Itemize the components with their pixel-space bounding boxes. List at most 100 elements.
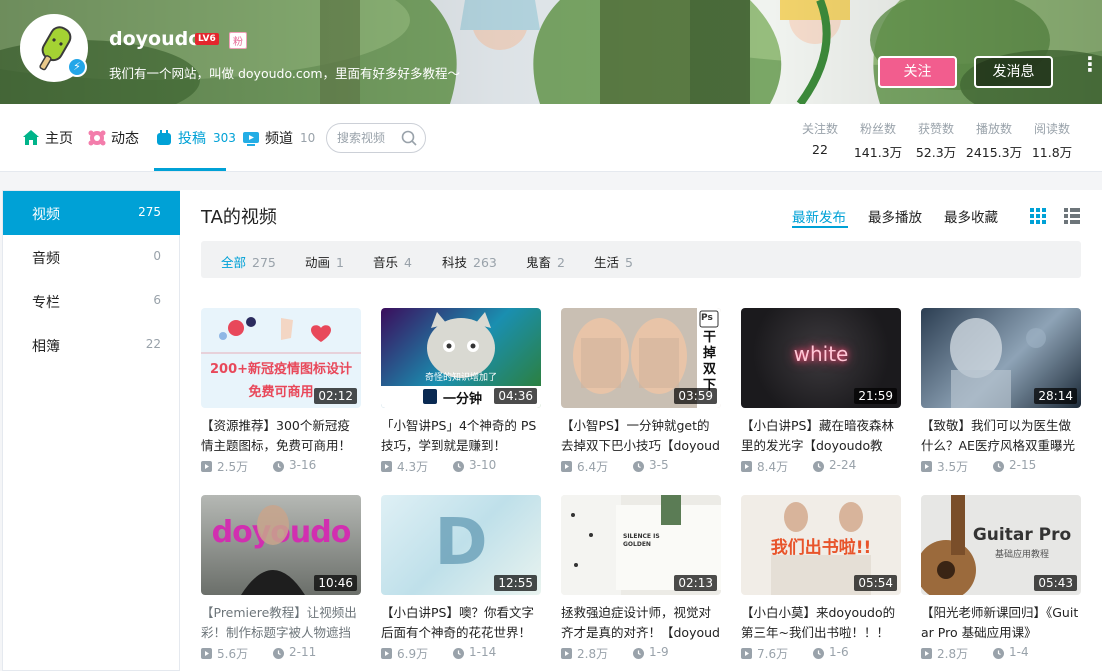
video-duration: 03:59	[674, 388, 717, 404]
search-icon[interactable]	[401, 130, 417, 146]
video-title[interactable]: 【资源推荐】300个新冠疫情主题图标，免费可商用！	[201, 416, 361, 456]
video-thumbnail[interactable]: 我们出书啦!! 05:54	[741, 495, 901, 595]
more-options-icon[interactable]: ⋮	[1080, 54, 1100, 84]
filter-count: 2	[557, 255, 565, 270]
video-duration: 02:12	[314, 388, 357, 404]
play-count: 2.5万	[217, 460, 249, 474]
tab-contribute[interactable]: 投稿 303	[155, 128, 236, 148]
video-title[interactable]: 【致敬】我们可以为医生做什么？AE医疗风格双重曝光创意	[921, 416, 1081, 456]
user-avatar[interactable]: ⚡	[20, 14, 88, 82]
grid-view-icon[interactable]	[1030, 208, 1046, 224]
video-thumbnail[interactable]: D 12:55	[381, 495, 541, 595]
level-badge: LV6	[195, 33, 219, 45]
sidebar-item-album[interactable]: 相簿 22	[3, 323, 181, 367]
filter-all[interactable]: 全部 275	[221, 252, 276, 271]
home-icon	[23, 130, 39, 145]
filter-count: 263	[473, 255, 497, 270]
clock-icon	[993, 461, 1004, 472]
video-card[interactable]: D 12:55 【小白讲PS】噢？你看文字后面有个神奇的花花世界！ 6.9万 1…	[381, 495, 541, 663]
tab-channel[interactable]: 频道 10	[242, 128, 315, 148]
filter-music[interactable]: 音乐 4	[373, 252, 412, 271]
filter-life[interactable]: 生活 5	[594, 252, 633, 271]
video-thumbnail[interactable]: doyoudo 10:46	[201, 495, 361, 595]
play-count-icon	[561, 648, 572, 659]
sort-most-favorited[interactable]: 最多收藏	[944, 206, 998, 226]
video-thumbnail[interactable]: SILENCE IS GOLDEN 02:13	[561, 495, 721, 595]
clock-icon	[453, 461, 464, 472]
tab-dynamic[interactable]: 动态	[88, 128, 139, 148]
video-thumbnail[interactable]: 28:14	[921, 308, 1081, 408]
video-title[interactable]: 【小智PS】一分钟就get的去掉双下巴小技巧【doyoudo教程】	[561, 416, 721, 456]
tab-home[interactable]: 主页	[22, 128, 73, 148]
video-thumbnail[interactable]: 奇怪的知识增加了 一分钟 04:36	[381, 308, 541, 408]
filter-label: 科技	[442, 255, 468, 270]
video-title[interactable]: 【Premiere教程】让视频出彩！制作标题字被人物遮挡的效果	[201, 603, 361, 643]
video-title[interactable]: 拯救强迫症设计师，视觉对齐才是真的对齐！【doyoudo教程】	[561, 603, 721, 643]
stat-value: 141.3万	[853, 145, 903, 160]
sort-latest[interactable]: 最新发布	[792, 206, 846, 226]
video-card[interactable]: 200+新冠疫情图标设计 免费可商用 02:12 【资源推荐】300个新冠疫情主…	[201, 308, 361, 476]
play-count: 8.4万	[757, 460, 789, 474]
video-card[interactable]: 我们出书啦!! 05:54 【小白小莫】来doyoudo的第三年~我们出书啦！！…	[741, 495, 901, 663]
play-count-icon	[561, 461, 572, 472]
follow-button[interactable]: 关注	[878, 56, 957, 88]
sidebar-item-video[interactable]: 视频 275	[3, 191, 181, 235]
sort-most-played[interactable]: 最多播放	[868, 206, 922, 226]
video-card[interactable]: doyoudo 10:46 【Premiere教程】让视频出彩！制作标题字被人物…	[201, 495, 361, 663]
video-card[interactable]: Guitar Pro 基础应用教程 05:43 【阳光老师新课回归】《Guita…	[921, 495, 1081, 663]
video-card[interactable]: Ps 干掉双下 03:59 【小智PS】一分钟就get的去掉双下巴小技巧【doy…	[561, 308, 721, 476]
video-card[interactable]: SILENCE IS GOLDEN 02:13 拯救强迫症设计师，视觉对齐才是真…	[561, 495, 721, 663]
publish-date: 1-14	[469, 645, 497, 659]
sidebar-item-audio[interactable]: 音频 0	[3, 235, 181, 279]
play-count: 4.3万	[397, 460, 429, 474]
video-duration: 05:43	[1034, 575, 1077, 591]
video-meta: 4.3万 3-10	[381, 458, 541, 476]
channel-icon	[243, 132, 259, 146]
sidebar-item-article[interactable]: 专栏 6	[3, 279, 181, 323]
send-message-button[interactable]: 发消息	[974, 56, 1053, 88]
search-placeholder: 搜索视频	[337, 131, 386, 145]
video-thumbnail[interactable]: 200+新冠疫情图标设计 免费可商用 02:12	[201, 308, 361, 408]
clock-icon	[813, 461, 824, 472]
video-card[interactable]: 28:14 【致敬】我们可以为医生做什么？AE医疗风格双重曝光创意 3.5万 2…	[921, 308, 1081, 476]
category-filter-bar: 全部 275 动画 1 音乐 4 科技 263 鬼畜 2 生活 5	[201, 241, 1081, 278]
video-title[interactable]: 【小白小莫】来doyoudo的第三年~我们出书啦！！！	[741, 603, 901, 643]
video-meta: 8.4万 2-24	[741, 458, 901, 476]
sidebar-item-label: 专栏	[32, 295, 60, 311]
video-title[interactable]: 【阳光老师新课回归】《Guitar Pro 基础应用课》	[921, 603, 1081, 643]
filter-animation[interactable]: 动画 1	[305, 252, 344, 271]
video-thumbnail[interactable]: white 21:59	[741, 308, 901, 408]
video-duration: 10:46	[314, 575, 357, 591]
clock-icon	[993, 648, 1004, 659]
stat-label: 阅读数	[1033, 122, 1070, 136]
user-name[interactable]: doyoudo	[109, 28, 201, 50]
filter-count: 275	[252, 255, 276, 270]
profile-banner	[0, 0, 1102, 104]
clock-icon	[273, 461, 284, 472]
stat-followers[interactable]: 粉丝数 141.3万	[848, 120, 908, 161]
play-count: 3.5万	[937, 460, 969, 474]
video-thumbnail[interactable]: Ps 干掉双下 03:59	[561, 308, 721, 408]
filter-tech[interactable]: 科技 263	[442, 252, 497, 271]
tab-channel-label: 频道	[265, 131, 293, 147]
video-card[interactable]: 奇怪的知识增加了 一分钟 04:36 「小智讲PS」4个神奇的 PS 技巧，学到…	[381, 308, 541, 476]
list-view-icon[interactable]	[1064, 208, 1080, 224]
tab-contribute-count: 303	[213, 131, 236, 145]
video-title[interactable]: 【小白讲PS】噢？你看文字后面有个神奇的花花世界！	[381, 603, 541, 643]
stat-following[interactable]: 关注数 22	[790, 120, 850, 157]
search-input[interactable]: 搜索视频	[326, 123, 426, 153]
user-signature: 我们有一个网站，叫做 doyoudo.com，里面有好多好多教程～	[109, 66, 461, 81]
play-count-icon	[921, 461, 932, 472]
clock-icon	[273, 648, 284, 659]
sidebar-item-count: 275	[138, 205, 161, 219]
filter-kichiku[interactable]: 鬼畜 2	[526, 252, 565, 271]
sort-active-indicator	[792, 226, 848, 228]
video-card[interactable]: white 21:59 【小白讲PS】藏在暗夜森林里的发光字【doyoudo教程…	[741, 308, 901, 476]
dynamic-icon	[88, 130, 106, 146]
video-title[interactable]: 「小智讲PS」4个神奇的 PS 技巧，学到就是赚到！	[381, 416, 541, 456]
video-thumbnail[interactable]: Guitar Pro 基础应用教程 05:43	[921, 495, 1081, 595]
video-title[interactable]: 【小白讲PS】藏在暗夜森林里的发光字【doyoudo教程】	[741, 416, 901, 456]
sidebar-item-count: 6	[153, 293, 161, 307]
thumbnail-caption: 奇怪的知识增加了	[424, 373, 497, 383]
video-duration: 21:59	[854, 388, 897, 404]
